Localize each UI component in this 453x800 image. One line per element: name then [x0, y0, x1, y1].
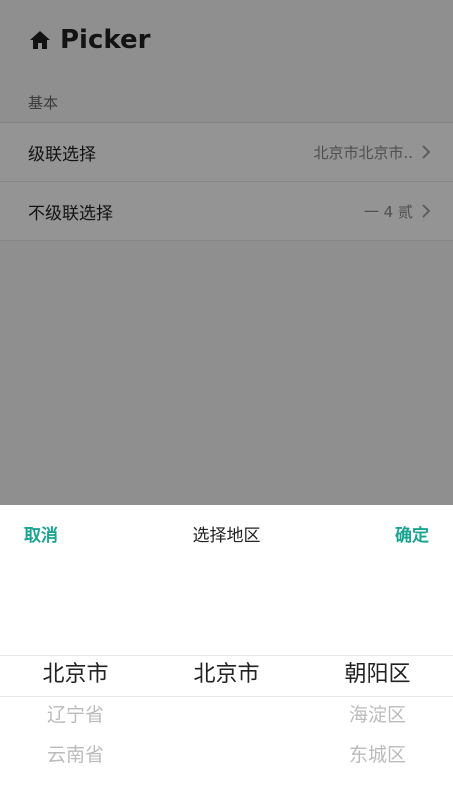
picker-option[interactable]: 辽宁省: [0, 695, 151, 735]
picker-option[interactable]: 海淀区: [302, 695, 453, 735]
picker-option-selected[interactable]: 朝阳区: [302, 655, 453, 695]
picker-sheet: 取消 选择地区 确定 北京市 辽宁省 云南省 北京市 朝阳区 海淀区 东城区: [0, 505, 453, 800]
picker-mask[interactable]: [0, 0, 453, 505]
picker-column-district[interactable]: 朝阳区 海淀区 东城区: [302, 557, 453, 800]
picker-option-selected[interactable]: 北京市: [0, 655, 151, 695]
picker-column-province[interactable]: 北京市 辽宁省 云南省: [0, 557, 151, 800]
picker-column-city[interactable]: 北京市: [151, 557, 302, 800]
picker-option[interactable]: 云南省: [0, 735, 151, 775]
picker-toolbar: 取消 选择地区 确定: [0, 505, 453, 558]
picker-columns: 北京市 辽宁省 云南省 北京市 朝阳区 海淀区 东城区: [0, 557, 453, 800]
confirm-button[interactable]: 确定: [395, 521, 429, 546]
picker-option[interactable]: 东城区: [302, 735, 453, 775]
picker-option-selected[interactable]: 北京市: [151, 655, 302, 695]
app-page: Picker 基本 级联选择 北京市北京市.. 不级联选择 一 4 贰 取消 选…: [0, 0, 453, 800]
picker-title: 选择地区: [192, 526, 261, 546]
